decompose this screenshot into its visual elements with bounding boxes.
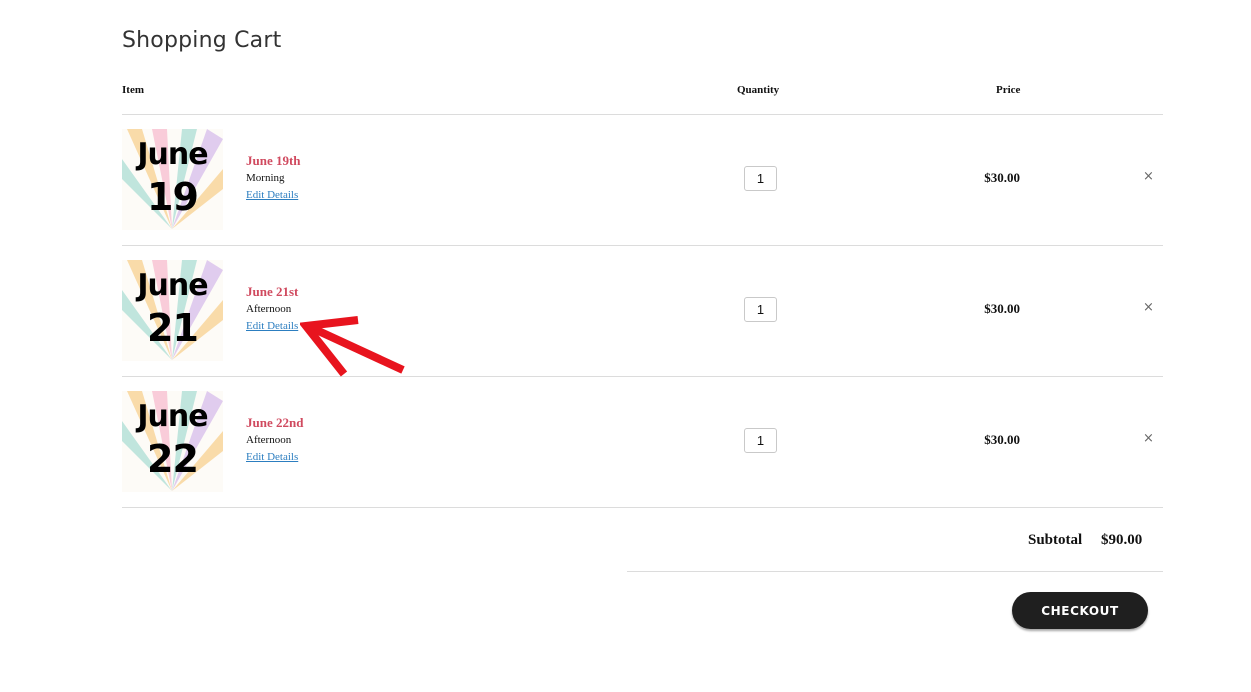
remove-item-icon[interactable]: × [1143, 300, 1154, 315]
thumbnail-day: 22 [147, 437, 199, 481]
item-price: $30.00 [984, 170, 1020, 185]
product-option: Morning [246, 172, 285, 184]
edit-details-link[interactable]: Edit Details [246, 451, 298, 463]
edit-details-link[interactable]: Edit Details [246, 320, 298, 332]
product-thumbnail: June 19 [122, 129, 223, 230]
product-thumbnail: June 22 [122, 391, 223, 492]
divider [627, 571, 1163, 572]
item-price: $30.00 [984, 432, 1020, 447]
checkout-button[interactable]: CHECKOUT [1012, 592, 1148, 629]
product-name[interactable]: June 21st [246, 284, 298, 300]
remove-item-icon[interactable]: × [1143, 169, 1154, 184]
column-header-price: Price [996, 84, 1021, 96]
page-title: Shopping Cart [122, 28, 282, 53]
item-price: $30.00 [984, 301, 1020, 316]
column-header-quantity: Quantity [737, 84, 780, 96]
cart-item-row: June 19 June 19th Morning Edit Details $… [122, 115, 1163, 246]
edit-details-link[interactable]: Edit Details [246, 189, 298, 201]
quantity-input[interactable] [744, 297, 777, 322]
product-name[interactable]: June 22nd [246, 415, 303, 431]
divider [122, 507, 1163, 508]
cart-item-row: June 21 June 21st Afternoon Edit Details… [122, 246, 1163, 377]
quantity-input[interactable] [744, 166, 777, 191]
product-name[interactable]: June 19th [246, 153, 301, 169]
thumbnail-month: June [137, 268, 208, 303]
thumbnail-day: 19 [147, 175, 199, 219]
thumbnail-month: June [137, 399, 208, 434]
subtotal-label: Subtotal [1028, 532, 1083, 548]
column-header-item: Item [122, 84, 144, 96]
cart-item-row: June 22 June 22nd Afternoon Edit Details… [122, 377, 1163, 508]
thumbnail-month: June [137, 137, 208, 172]
annotation-arrow-icon [300, 316, 405, 377]
product-option: Afternoon [246, 434, 292, 446]
subtotal-value: $90.00 [1101, 532, 1143, 548]
remove-item-icon[interactable]: × [1143, 431, 1154, 446]
product-thumbnail: June 21 [122, 260, 223, 361]
quantity-input[interactable] [744, 428, 777, 453]
product-option: Afternoon [246, 303, 292, 315]
thumbnail-day: 21 [147, 306, 199, 350]
